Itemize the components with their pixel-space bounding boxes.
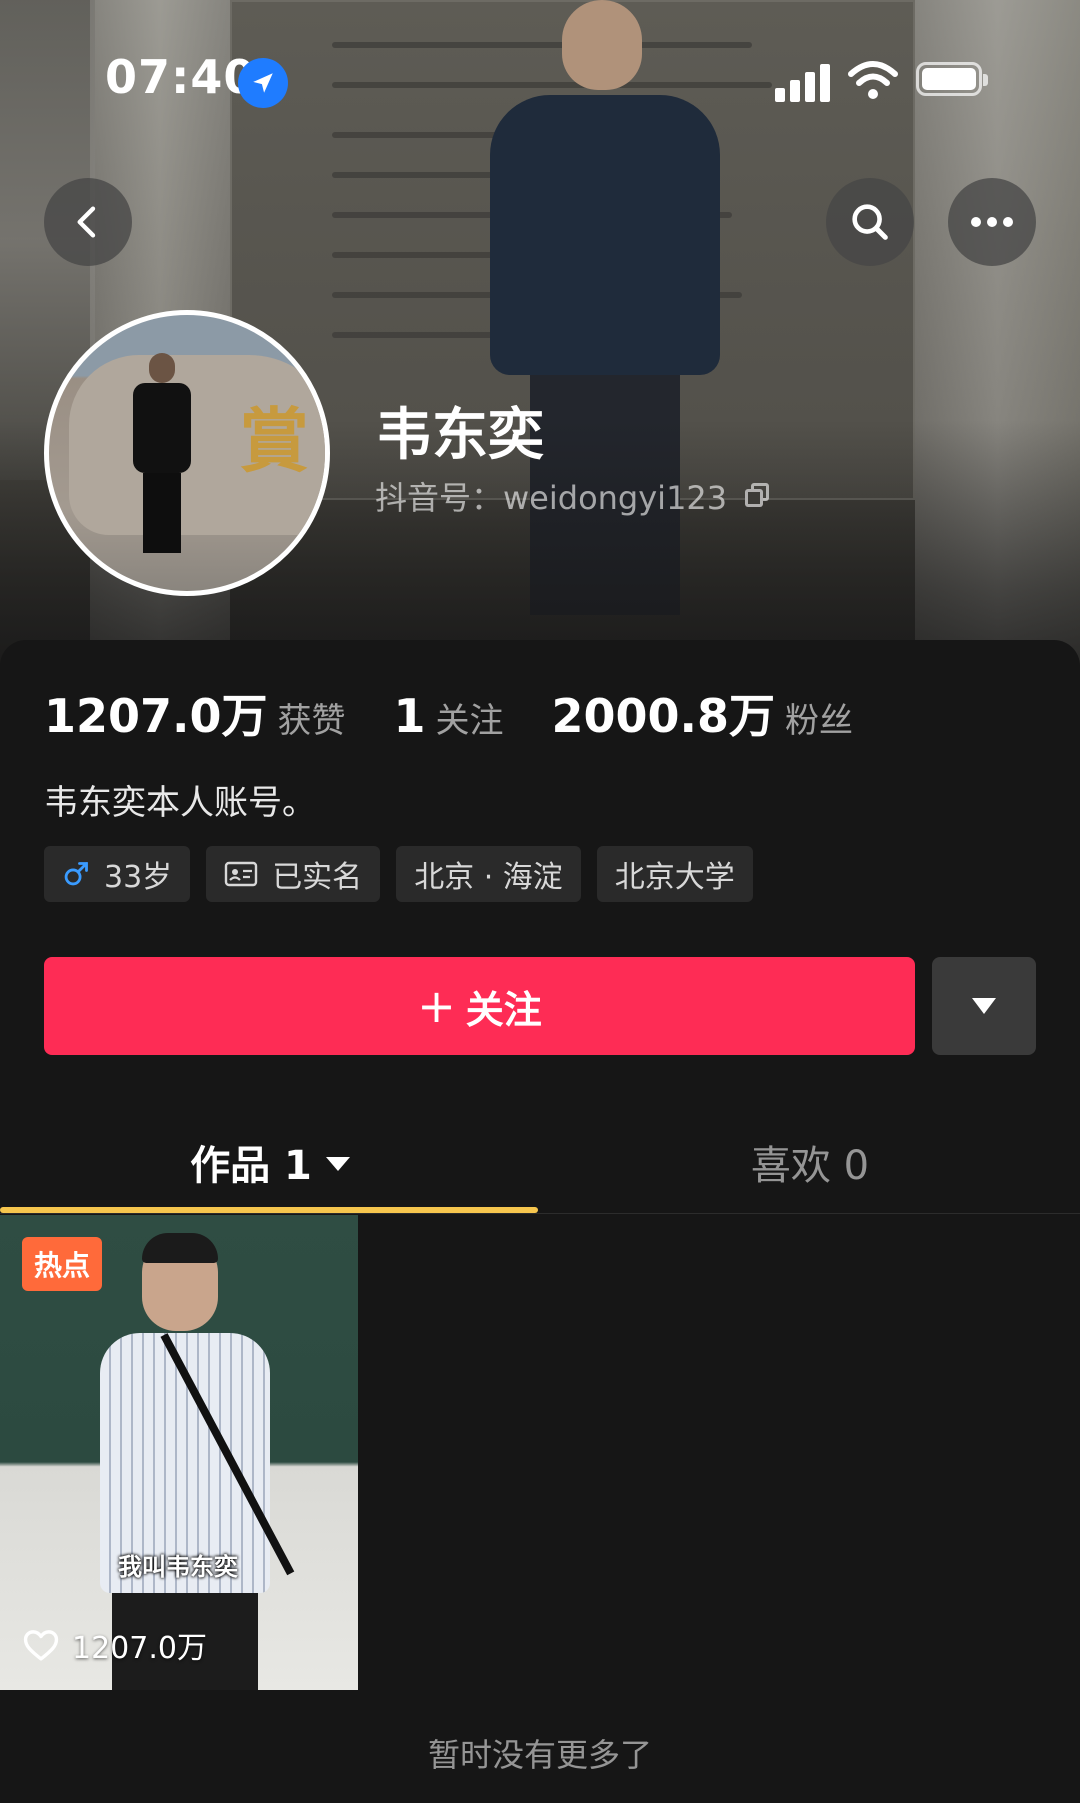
tag-location: 北京 · 海淀 bbox=[396, 846, 581, 902]
profile-name: 韦东奕 bbox=[376, 403, 544, 468]
tag-verified[interactable]: 已实名 bbox=[206, 846, 381, 902]
stat-likes[interactable]: 1207.0万 获赞 bbox=[44, 680, 346, 746]
triangle-down-icon bbox=[972, 998, 996, 1014]
profile-bio: 韦东奕本人账号。 bbox=[44, 783, 316, 823]
stats-row: 1207.0万 获赞 1 关注 2000.8万 粉丝 bbox=[44, 680, 901, 746]
location-arrow-icon bbox=[238, 58, 288, 108]
status-bar: 07:40 bbox=[0, 40, 1080, 120]
caret-down-icon bbox=[325, 1157, 350, 1171]
profile-card: 1207.0万 获赞 1 关注 2000.8万 粉丝 韦东奕本人账号。 33岁 … bbox=[0, 640, 1080, 1803]
tag-school[interactable]: 北京大学 bbox=[596, 846, 753, 902]
douyin-id-text: 抖音号：weidongyi123 bbox=[375, 479, 728, 517]
male-icon bbox=[62, 860, 90, 888]
active-tab-indicator bbox=[0, 1207, 538, 1213]
more-dots-icon bbox=[971, 217, 1013, 227]
video-likes: 1207.0万 bbox=[22, 1623, 207, 1667]
tab-works[interactable]: 作品 1 bbox=[0, 1110, 540, 1214]
cellular-signal-icon bbox=[775, 62, 831, 102]
more-follow-options-button[interactable] bbox=[932, 957, 1036, 1055]
hot-badge: 热点 bbox=[22, 1237, 103, 1291]
battery-icon bbox=[916, 62, 988, 96]
tag-age: 33岁 bbox=[44, 846, 191, 902]
wifi-icon bbox=[848, 58, 898, 102]
avatar[interactable]: 賞 bbox=[44, 310, 330, 596]
profile-tags: 33岁 已实名 北京 · 海淀 北京大学 bbox=[44, 846, 753, 902]
search-button[interactable] bbox=[826, 178, 914, 266]
tab-likes[interactable]: 喜欢 0 bbox=[540, 1110, 1080, 1214]
follow-button[interactable]: + 关注 bbox=[44, 957, 915, 1055]
douyin-id[interactable]: 抖音号：weidongyi123 bbox=[375, 473, 771, 519]
heart-icon bbox=[23, 1630, 59, 1661]
id-card-icon bbox=[224, 860, 258, 888]
chevron-left-icon bbox=[77, 206, 96, 238]
more-options-button[interactable] bbox=[948, 178, 1036, 266]
copy-icon[interactable] bbox=[745, 483, 771, 509]
content-tabs: 作品 1 喜欢 0 bbox=[0, 1110, 1080, 1214]
search-icon bbox=[852, 204, 888, 240]
back-button[interactable] bbox=[44, 178, 132, 266]
video-caption: 我叫韦东奕 bbox=[118, 1553, 238, 1581]
stat-followers[interactable]: 2000.8万 粉丝 bbox=[552, 680, 854, 746]
status-time: 07:40 bbox=[105, 50, 257, 104]
video-thumbnail[interactable]: 热点 我叫韦东奕 1207.0万 bbox=[0, 1215, 358, 1690]
no-more-text: 暂时没有更多了 bbox=[427, 1736, 652, 1774]
stat-following[interactable]: 1 关注 bbox=[394, 689, 504, 743]
plus-icon: + bbox=[417, 979, 456, 1033]
